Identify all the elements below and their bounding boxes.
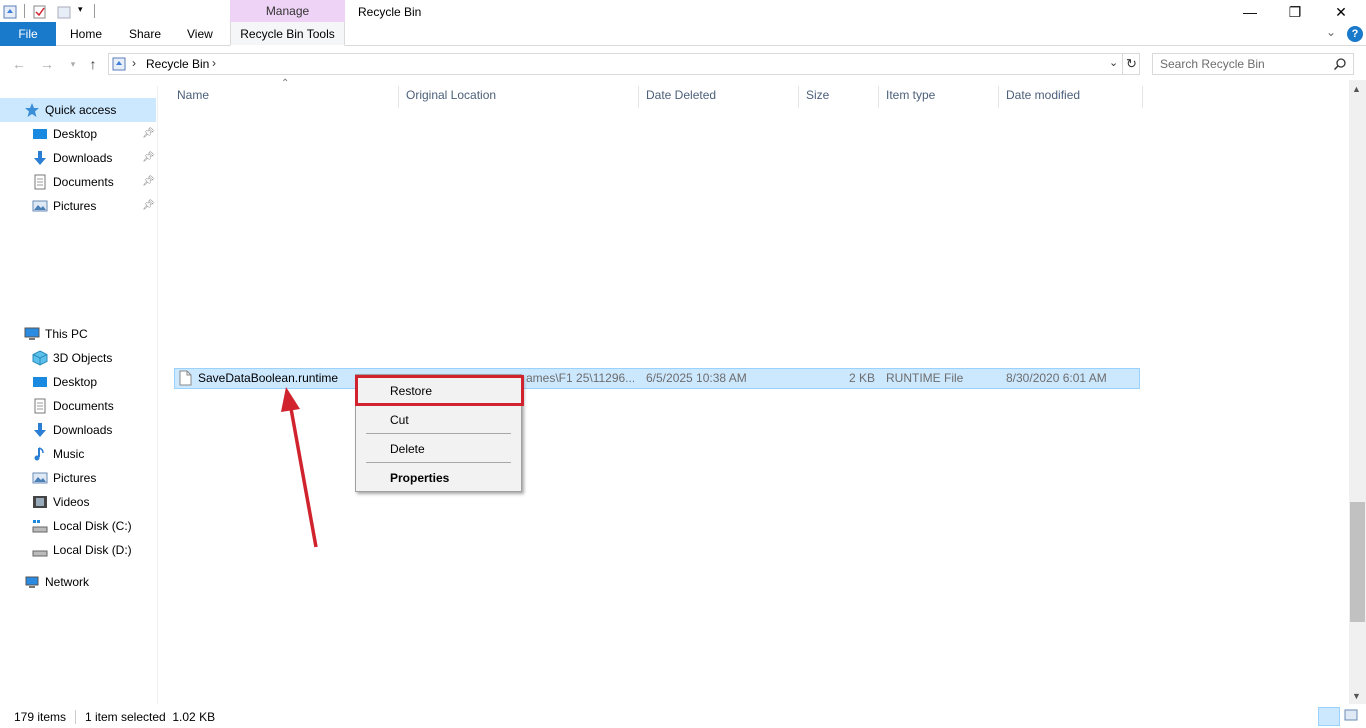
manage-contextual-tab[interactable]: Manage xyxy=(230,0,345,22)
maximize-button[interactable]: ❐ xyxy=(1272,0,1318,24)
forward-arrow-icon[interactable]: → xyxy=(37,54,57,74)
tab-share[interactable]: Share xyxy=(129,22,161,46)
address-bar[interactable] xyxy=(108,53,1140,75)
annotation-arrow-icon xyxy=(281,387,318,548)
tab-home[interactable]: Home xyxy=(70,22,102,46)
minimize-button[interactable]: — xyxy=(1227,0,1273,24)
sidebar-item-downloads[interactable]: Downloads 📌︎ xyxy=(32,147,156,169)
sidebar-item-pictures[interactable]: Pictures 📌︎ xyxy=(32,195,156,217)
documents-icon xyxy=(34,398,46,414)
drive-icon xyxy=(32,550,48,557)
column-header-item-type[interactable]: Item type xyxy=(880,86,999,108)
divider xyxy=(94,4,95,18)
recycle-bin-icon xyxy=(112,57,126,71)
drive-icon xyxy=(32,520,48,533)
sidebar-item-documents-pc[interactable]: Documents xyxy=(32,395,114,417)
file-date-modified: 8/30/2020 6:01 AM xyxy=(1006,371,1107,385)
large-icons-view-icon[interactable] xyxy=(1343,707,1361,726)
pictures-icon xyxy=(32,200,48,212)
recent-locations-icon[interactable]: ▾ xyxy=(63,54,83,74)
music-note-icon xyxy=(34,447,44,461)
computer-icon xyxy=(24,327,40,340)
scroll-up-icon[interactable]: ▲ xyxy=(1352,84,1361,94)
tab-view[interactable]: View xyxy=(187,22,213,46)
menu-separator xyxy=(366,462,511,463)
search-icon[interactable] xyxy=(1333,57,1347,71)
pictures-icon xyxy=(32,472,48,484)
customize-toolbar-icon[interactable]: ▾ xyxy=(78,4,83,15)
details-view-icon[interactable] xyxy=(1318,707,1340,726)
breadcrumb-separator[interactable]: › xyxy=(212,56,216,70)
breadcrumb-separator: › xyxy=(132,56,136,70)
sidebar-item-downloads-pc[interactable]: Downloads xyxy=(32,419,112,441)
file-original-location: ames\F1 25\11296... xyxy=(526,371,634,385)
sidebar-item-local-disk-c[interactable]: Local Disk (C:) xyxy=(32,515,132,537)
ribbon-expand-icon[interactable]: ⌄ xyxy=(1326,25,1336,39)
column-header-size[interactable]: Size xyxy=(800,86,879,108)
thumbnail-icon xyxy=(1344,709,1358,721)
help-icon[interactable]: ? xyxy=(1347,26,1363,42)
sidebar-item-quick-access[interactable]: Quick access xyxy=(24,99,116,121)
new-folder-icon[interactable] xyxy=(56,4,72,20)
file-item-type: RUNTIME File xyxy=(886,371,964,385)
properties-icon[interactable] xyxy=(32,4,48,20)
sidebar-item-music[interactable]: Music xyxy=(32,443,84,465)
star-icon xyxy=(25,103,39,117)
divider xyxy=(75,710,76,724)
restore-highlight-box xyxy=(355,375,524,406)
divider xyxy=(24,4,25,18)
item-count: 179 items xyxy=(14,710,67,724)
file-icon xyxy=(179,370,192,386)
refresh-icon[interactable]: ↻ xyxy=(1126,56,1137,72)
breadcrumb-recycle-bin[interactable]: Recycle Bin xyxy=(146,57,209,71)
tab-file[interactable]: File xyxy=(0,22,56,46)
sidebar-item-desktop[interactable]: Desktop 📌︎ xyxy=(32,123,156,145)
desktop-icon xyxy=(33,129,47,139)
window-title: Recycle Bin xyxy=(358,5,422,19)
menu-separator xyxy=(366,433,511,434)
sidebar-item-this-pc[interactable]: This PC xyxy=(24,323,88,345)
selection-info: 1 item selected 1.02 KB xyxy=(85,710,216,724)
divider xyxy=(1122,54,1123,74)
scrollbar-thumb[interactable] xyxy=(1350,502,1365,622)
sidebar-item-documents[interactable]: Documents 📌︎ xyxy=(32,171,156,193)
menu-item-cut[interactable]: Cut xyxy=(390,413,409,427)
documents-icon xyxy=(34,174,46,190)
file-name: SaveDataBoolean.runtime xyxy=(198,371,339,385)
sidebar-item-network[interactable]: Network xyxy=(24,571,89,593)
file-date-deleted: 6/5/2025 10:38 AM xyxy=(646,371,747,385)
pin-icon[interactable]: 📌︎ xyxy=(142,171,155,193)
column-header-date-deleted[interactable]: Date Deleted xyxy=(640,86,799,108)
menu-item-delete[interactable]: Delete xyxy=(390,442,425,456)
close-button[interactable]: ✕ xyxy=(1318,0,1364,24)
desktop-icon xyxy=(33,377,47,387)
column-header-original-location[interactable]: Original Location xyxy=(400,86,639,108)
column-header-date-modified[interactable]: Date modified xyxy=(1000,86,1143,108)
film-icon xyxy=(33,496,47,508)
file-size: 2 KB xyxy=(849,371,876,385)
address-dropdown-icon[interactable]: ⌄ xyxy=(1109,56,1118,69)
cube-icon xyxy=(32,350,48,366)
pin-icon[interactable]: 📌︎ xyxy=(142,147,155,169)
scroll-down-icon[interactable]: ▼ xyxy=(1352,691,1361,701)
network-icon xyxy=(25,576,39,588)
back-arrow-icon[interactable]: ← xyxy=(9,54,29,74)
sidebar-item-videos[interactable]: Videos xyxy=(32,491,89,513)
title-bar xyxy=(0,0,1366,24)
column-header-name[interactable]: Name xyxy=(171,86,399,108)
pin-icon[interactable]: 📌︎ xyxy=(142,195,155,217)
sidebar-item-local-disk-d[interactable]: Local Disk (D:) xyxy=(32,539,132,561)
recycle-bin-icon xyxy=(3,5,17,19)
up-arrow-icon[interactable]: ↑ xyxy=(83,54,103,74)
search-placeholder: Search Recycle Bin xyxy=(1160,57,1265,71)
tab-recycle-bin-tools[interactable]: Recycle Bin Tools xyxy=(230,22,345,46)
pin-icon[interactable]: 📌︎ xyxy=(142,123,155,145)
sidebar-item-desktop-pc[interactable]: Desktop xyxy=(32,371,97,393)
sidebar-item-3d-objects[interactable]: 3D Objects xyxy=(32,347,112,369)
sidebar-item-pictures-pc[interactable]: Pictures xyxy=(32,467,96,489)
download-arrow-icon xyxy=(34,151,46,165)
download-arrow-icon xyxy=(34,423,46,437)
menu-item-properties[interactable]: Properties xyxy=(390,471,449,485)
